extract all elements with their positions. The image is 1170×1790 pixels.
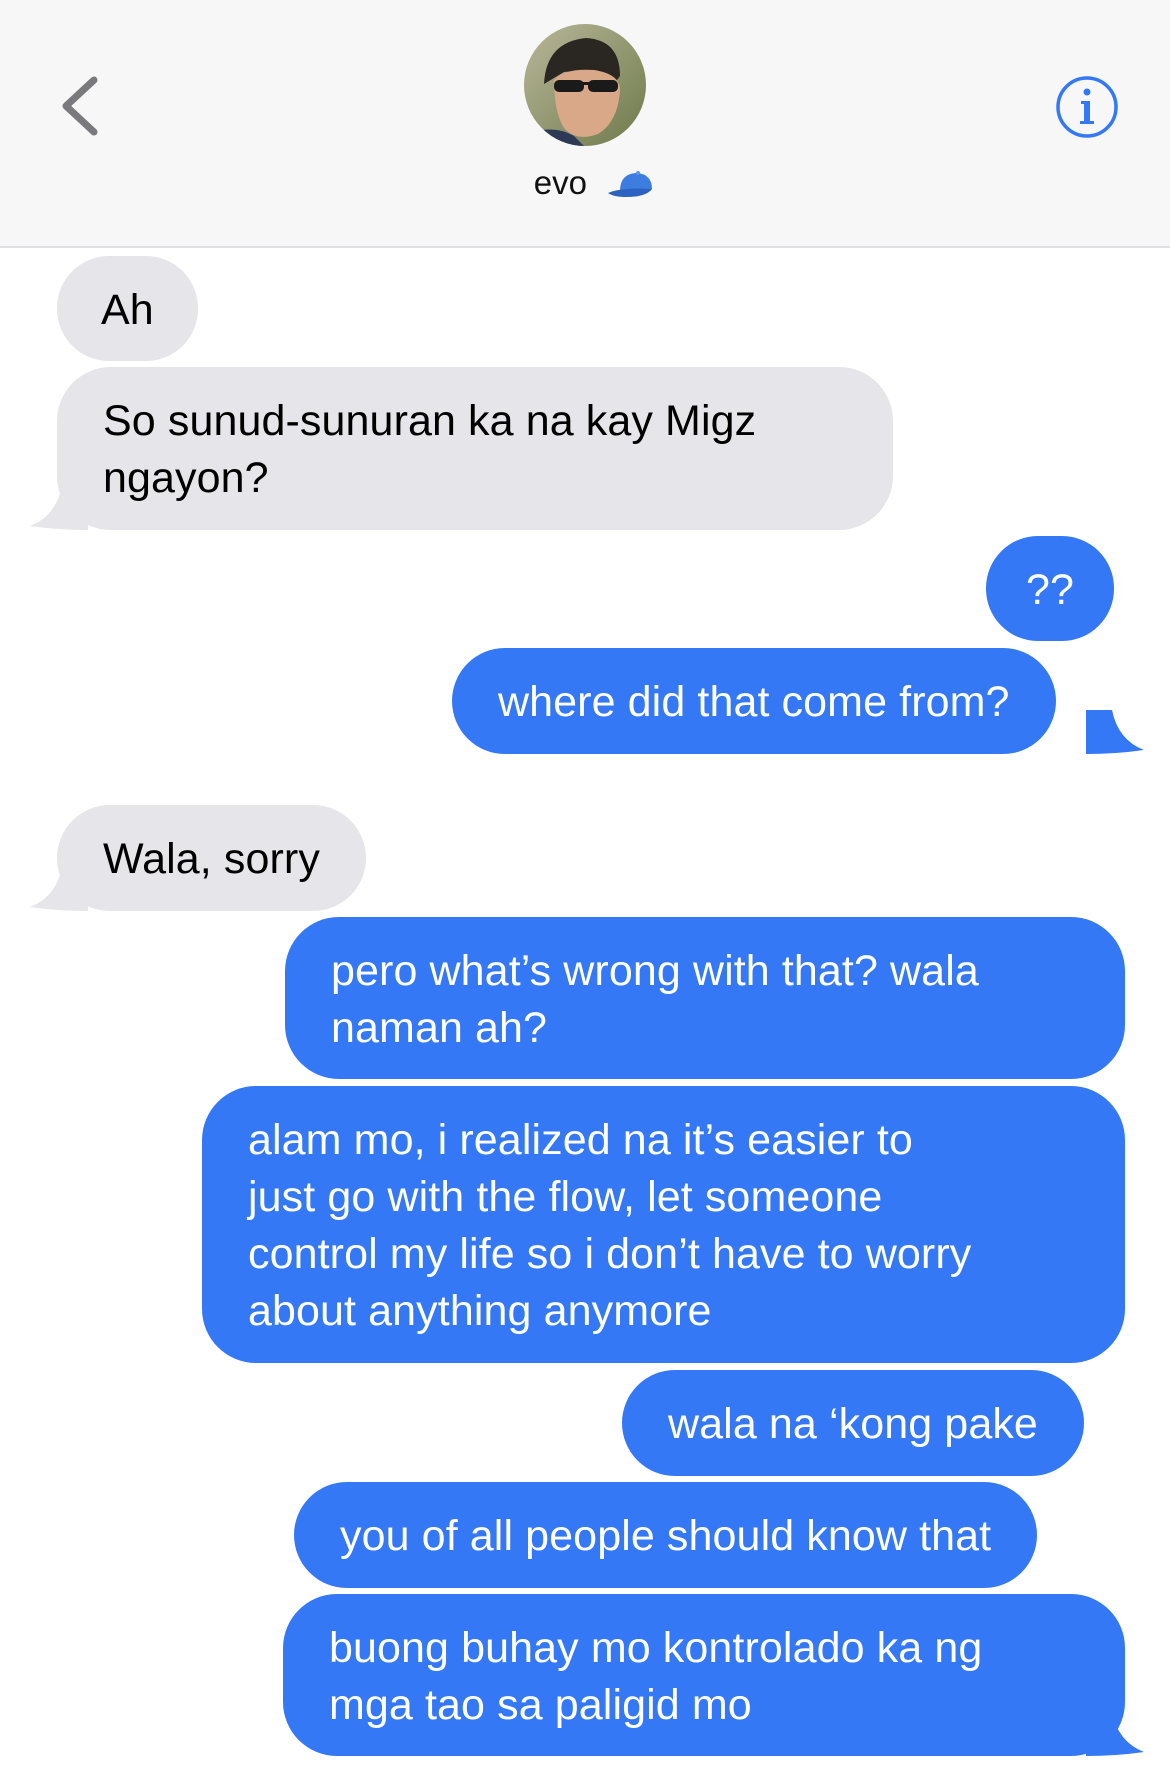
bubble-tail — [30, 486, 88, 530]
conversation-header: evo — [0, 0, 1170, 248]
sent-message[interactable]: buong buhay mo kontrolado ka ng mga tao … — [283, 1594, 1125, 1756]
bubble-tail — [30, 867, 88, 911]
received-message[interactable]: Wala, sorry — [57, 805, 366, 911]
received-message[interactable]: So sunud-sunuran ka na kay Migz ngayon? — [57, 367, 893, 530]
info-button[interactable] — [1054, 74, 1120, 140]
back-button[interactable] — [48, 60, 118, 150]
sent-message[interactable]: pero what’s wrong with that? wala naman … — [285, 917, 1125, 1079]
avatar-photo — [524, 24, 646, 146]
contact-avatar[interactable] — [524, 24, 646, 146]
contact-name: evo — [533, 164, 588, 201]
sent-message[interactable]: ?? — [986, 536, 1115, 641]
sent-message[interactable]: wala na ‘kong pake — [622, 1370, 1084, 1476]
billed-cap-icon — [608, 171, 653, 198]
info-icon — [1056, 76, 1118, 138]
sent-message[interactable]: you of all people should know that — [294, 1482, 1038, 1588]
contact-title[interactable]: evo — [0, 158, 1170, 208]
sent-message[interactable]: alam mo, i realized na it’s easier to ju… — [202, 1086, 1125, 1363]
bubble-tail — [1086, 1712, 1144, 1756]
chevron-left-icon — [62, 76, 98, 136]
received-message[interactable]: Ah — [57, 256, 198, 361]
bubble-tail — [1086, 710, 1144, 754]
sent-message[interactable]: where did that come from? — [452, 648, 1056, 754]
